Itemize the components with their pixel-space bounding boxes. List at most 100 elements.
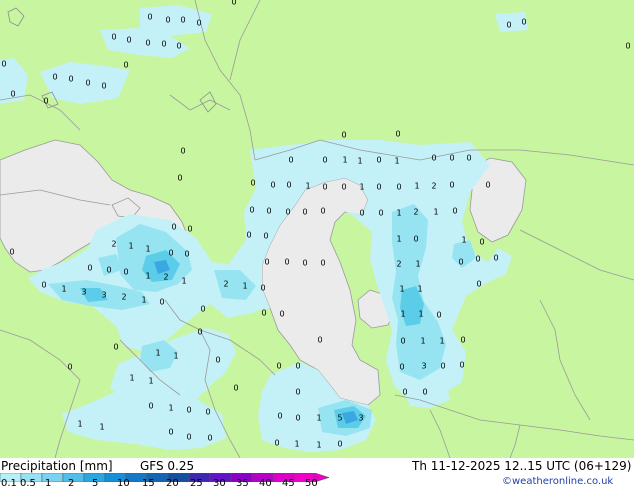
grid-value-label: 0 [285, 208, 290, 217]
grid-value-label: 1 [400, 310, 405, 319]
scale-label: 30 [213, 478, 226, 489]
scale-label: 0.1 [1, 478, 17, 489]
scale-label: 35 [236, 478, 249, 489]
grid-value-label: 2 [121, 293, 126, 302]
grid-value-label: 0 [113, 343, 118, 352]
grid-value-label: 0 [246, 231, 251, 240]
grid-value-label: 3 [358, 414, 363, 423]
grid-value-label: 0 [106, 266, 111, 275]
scale-label: 1 [45, 478, 52, 489]
grid-value-label: 0 [276, 362, 281, 371]
scale-label: 0.5 [20, 478, 36, 489]
grid-value-label: 0 [145, 39, 150, 48]
model-name: GFS 0.25 [140, 459, 195, 473]
grid-value-label: 0 [449, 181, 454, 190]
grid-value-label: 0 [341, 131, 346, 140]
map-title: Precipitation [mm] [1, 459, 113, 473]
grid-value-label: 0 [295, 362, 300, 371]
grid-value-label: 1 [148, 377, 153, 386]
grid-value-label: 1 [181, 277, 186, 286]
grid-value-label: 0 [422, 388, 427, 397]
grid-value-label: 0 [207, 434, 212, 443]
grid-value-label: 1 [155, 349, 160, 358]
grid-value-label: 2 [163, 273, 168, 282]
grid-value-label: 1 [342, 156, 347, 165]
grid-value-label: 0 [402, 388, 407, 397]
grid-value-label: 0 [165, 16, 170, 25]
grid-value-label: 0 [466, 154, 471, 163]
grid-value-label: 0 [295, 388, 300, 397]
grid-value-label: 0 [506, 21, 511, 30]
grid-value-label: 1 [396, 209, 401, 218]
grid-value-label: 0 [187, 225, 192, 234]
grid-value-label: 1 [141, 296, 146, 305]
grid-value-label: 0 [168, 249, 173, 258]
grid-value-label: 1 [145, 245, 150, 254]
grid-value-label: 0 [476, 280, 481, 289]
grid-value-label: 0 [249, 206, 254, 215]
grid-value-label: 3 [101, 291, 106, 300]
grid-value-label: 2 [431, 182, 436, 191]
grid-value-label: 0 [205, 408, 210, 417]
grid-value-label: 1 [294, 440, 299, 449]
grid-value-label: 0 [266, 207, 271, 216]
grid-value-label: 1 [316, 441, 321, 450]
grid-value-label: 0 [378, 209, 383, 218]
grid-value-label: 0 [396, 183, 401, 192]
scale-label: 10 [117, 478, 130, 489]
grid-value-label: 0 [123, 268, 128, 277]
scale-label: 40 [259, 478, 272, 489]
grid-value-label: 0 [493, 254, 498, 263]
grid-value-label: 1 [128, 242, 133, 251]
grid-value-label: 1 [145, 272, 150, 281]
grid-value-label: 0 [111, 33, 116, 42]
scale-label: 25 [190, 478, 203, 489]
grid-value-label: 0 [186, 433, 191, 442]
grid-value-label: 0 [320, 207, 325, 216]
grid-value-label: 0 [43, 97, 48, 106]
grid-value-label: 0 [200, 305, 205, 314]
grid-value-label: 0 [101, 82, 106, 91]
grid-value-label: 1 [305, 182, 310, 191]
grid-value-label: 0 [302, 259, 307, 268]
grid-value-label: 1 [394, 157, 399, 166]
grid-value-label: 0 [260, 284, 265, 293]
grid-value-label: 0 [458, 258, 463, 267]
grid-value-label: 0 [295, 414, 300, 423]
scale-label: 15 [142, 478, 155, 489]
grid-value-label: 0 [264, 258, 269, 267]
grid-value-label: 0 [431, 154, 436, 163]
grid-value-label: 2 [223, 280, 228, 289]
grid-value-label: 0 [284, 258, 289, 267]
grid-value-label: 0 [376, 156, 381, 165]
grid-value-label: 5 [337, 414, 342, 423]
grid-value-label: 0 [399, 363, 404, 372]
grid-value-label: 1 [399, 285, 404, 294]
valid-time: Th 11-12-2025 12..15 UTC (06+129) [412, 459, 632, 473]
grid-value-label: 2 [413, 208, 418, 217]
scale-label: 45 [282, 478, 295, 489]
grid-value-label: 0 [359, 209, 364, 218]
grid-value-label: 3 [421, 362, 426, 371]
precipitation-map: 0 0 0 0 0 0 0 0 0 0 0 0 0 0 0 0 0 0 0 0 0 0 0 0 0 0 1 1 0 1 0 0 0 0 0 0 0 1 0 0… [0, 0, 634, 458]
grid-value-label: 1 [77, 420, 82, 429]
grid-value-label: 1 [414, 182, 419, 191]
grid-value-label: 0 [1, 60, 6, 69]
grid-value-label: 0 [231, 0, 236, 7]
grid-value-label: 0 [126, 36, 131, 45]
credit-link[interactable]: ©weatheronline.co.uk [502, 476, 613, 487]
scale-label: 2 [68, 478, 75, 489]
grid-value-label: 0 [475, 255, 480, 264]
grid-value-label: 0 [261, 309, 266, 318]
grid-value-label: 0 [521, 18, 526, 27]
grid-value-label: 0 [168, 428, 173, 437]
grid-value-label: 1 [173, 352, 178, 361]
grid-value-label: 0 [52, 73, 57, 82]
grid-value-label: 1 [357, 157, 362, 166]
grid-value-label: 0 [186, 406, 191, 415]
grid-value-label: 0 [341, 183, 346, 192]
grid-value-label: 1 [359, 183, 364, 192]
grid-value-label: 1 [129, 374, 134, 383]
grid-value-label: 0 [197, 328, 202, 337]
grid-value-label: 0 [376, 183, 381, 192]
